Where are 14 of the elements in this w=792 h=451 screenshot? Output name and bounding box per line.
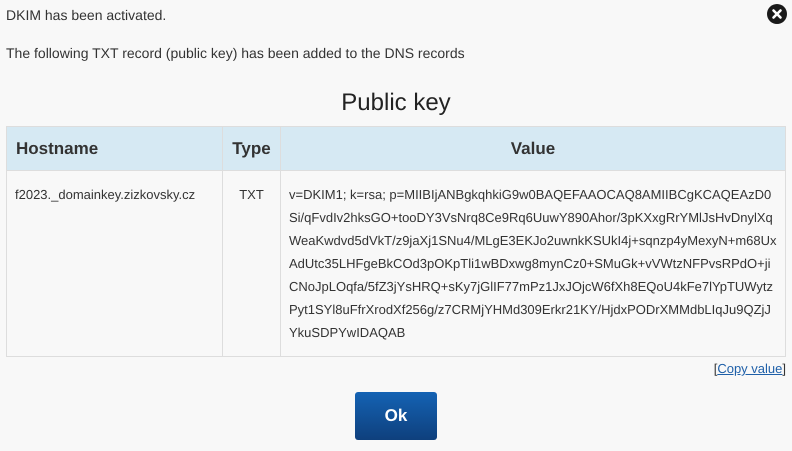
column-header: Value <box>280 126 786 170</box>
message-text: The following TXT record (public key) has been added to the DNS records <box>6 44 465 62</box>
copy-value-link[interactable]: Copy value <box>717 361 782 376</box>
ok-button[interactable]: Ok <box>355 392 437 440</box>
close-icon[interactable] <box>767 4 787 24</box>
table-title: Public key <box>340 88 452 118</box>
table-cell: v=DKIM1; k=rsa; p=MIIBIjANBgkqhkiG9w0BAQEFAAOCAQ8AMIIBCgKCAQEAzD0Si/qFvdIv2hksGO+tooDY3VsNrq8Ce9Rq6UuwY890Ahor/3pKXxgRrYMlJsHvDnylXqWeaKwdvd5dVkT/z9jaXj1SNu4/MLgE3EKJo2uwnkKSUkI4j+sqnzp4yMexyN+m68UxAdUtc35LHFgeBkCOd3pOKpTli1wBDxwg8mynCz0+SMuGk+vVWtzNFPvsRPdO+jiCNoJpLOqfa/5fZ3jYsHRQ+sKy7jGlIF77mPz1JxJOjcW6fXh8EQoU4kFe7lYpTUWytzPyt1SYl8uFfrXrodXf256g/z7CRMjYHMd309Erkr21KY/HjdxPODrXMMdbLIqJu9QZjJYkuSDPYwIDAQAB <box>280 170 786 356</box>
table-cell: f2023._domainkey.zizkovsky.cz <box>6 170 222 356</box>
message-text: DKIM has been activated. <box>6 6 166 24</box>
bracket-text: [ <box>714 361 718 376</box>
bracket-text: ] <box>782 361 786 376</box>
column-header: Type <box>222 126 280 170</box>
table-cell: TXT <box>222 170 280 356</box>
column-header: Hostname <box>6 126 222 170</box>
